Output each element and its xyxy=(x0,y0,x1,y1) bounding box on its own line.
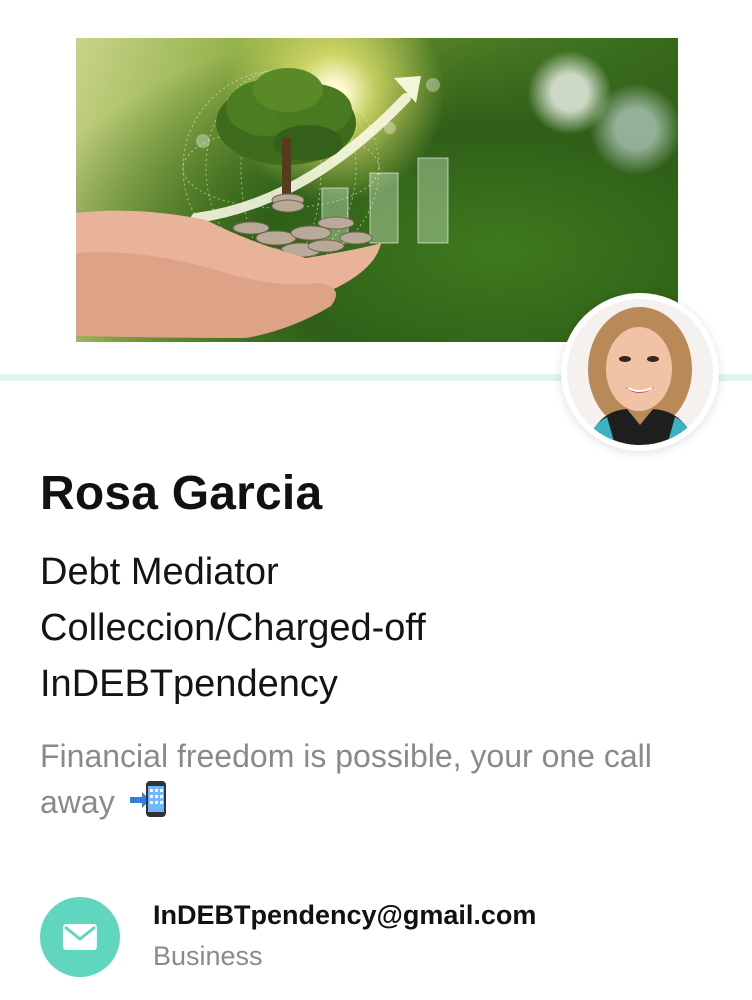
profile-card: Rosa Garcia Debt Mediator Colleccion/Cha… xyxy=(0,0,752,1000)
avatar[interactable] xyxy=(561,293,719,451)
cover-illustration xyxy=(76,68,449,338)
cover-image xyxy=(76,38,678,342)
job-specialty: Colleccion/Charged-off xyxy=(40,607,426,649)
profile-tagline: Financial freedom is possible, your one … xyxy=(40,733,700,831)
contact-email-link[interactable]: InDEBTpendency@gmail.com xyxy=(153,900,536,931)
profile-titles: Debt Mediator Colleccion/Charged-off InD… xyxy=(40,544,426,712)
avatar-photo xyxy=(567,299,713,445)
company-name: InDEBTpendency xyxy=(40,663,338,705)
contact-type-label: Business xyxy=(153,941,263,971)
profile-name: Rosa Garcia xyxy=(40,467,323,520)
job-title: Debt Mediator xyxy=(40,551,279,593)
envelope-icon[interactable] xyxy=(40,897,120,977)
phone-with-arrow-icon xyxy=(128,779,168,831)
